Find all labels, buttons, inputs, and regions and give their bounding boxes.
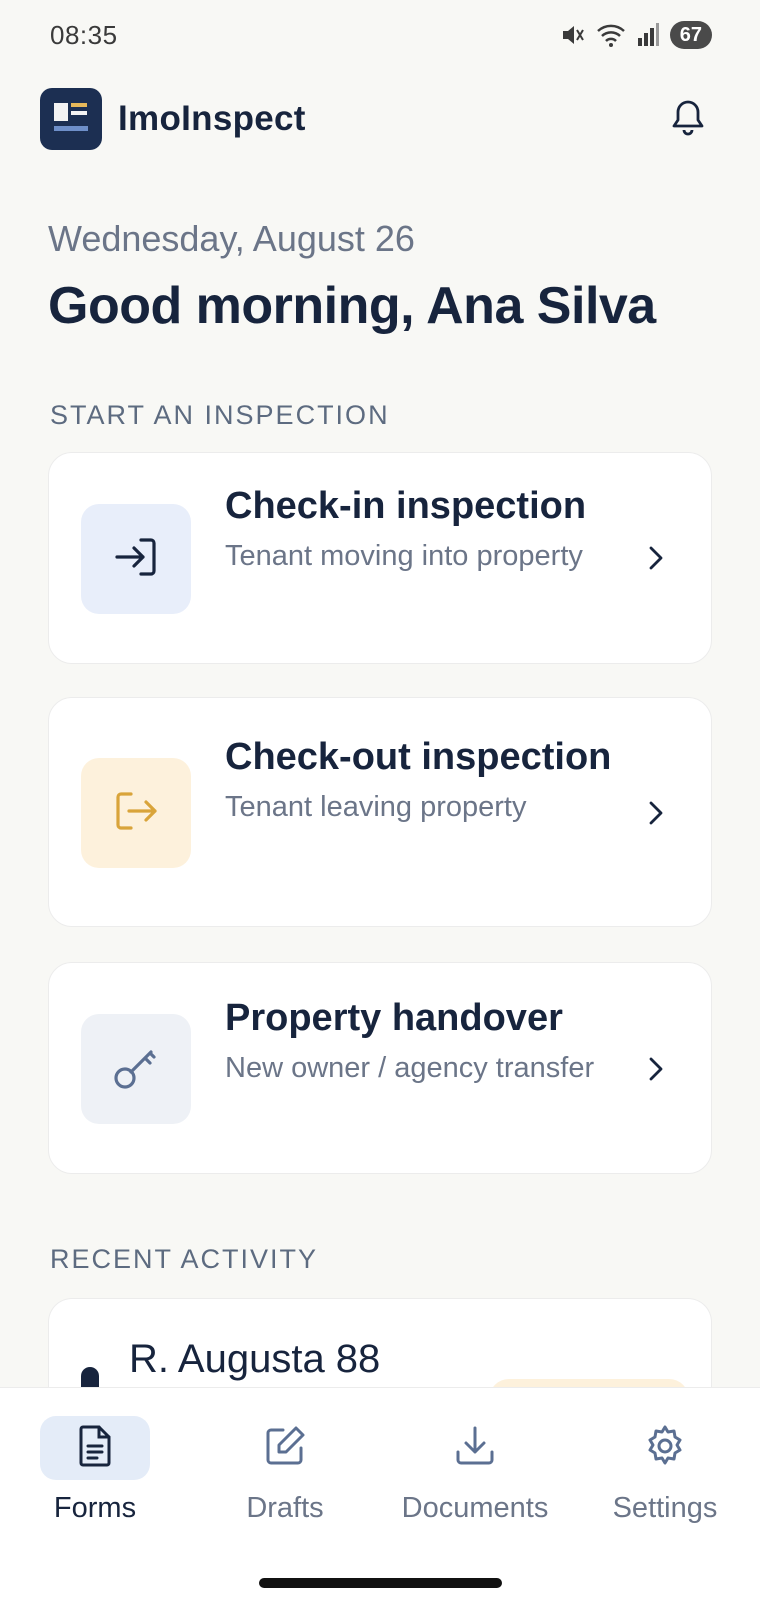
status-icons: 67 bbox=[560, 21, 712, 49]
status-time: 08:35 bbox=[50, 19, 118, 50]
battery-indicator: 67 bbox=[669, 21, 712, 49]
login-arrow-icon bbox=[111, 534, 161, 585]
handover-icon-box bbox=[81, 1014, 191, 1124]
nav-label: Documents bbox=[401, 1492, 549, 1524]
property-handover-card[interactable]: Property handover New owner / agency tra… bbox=[48, 962, 712, 1174]
app-header: ImoInspect bbox=[40, 87, 720, 151]
checkout-icon-box bbox=[81, 758, 191, 868]
download-icon bbox=[453, 1424, 497, 1473]
section-label-recent: RECENT ACTIVITY bbox=[50, 1244, 319, 1274]
nav-tab-settings[interactable]: Settings bbox=[570, 1416, 760, 1525]
app-name: ImoInspect bbox=[118, 99, 306, 138]
card-subtitle: Tenant leaving property bbox=[225, 791, 527, 823]
nav-label: Drafts bbox=[246, 1492, 324, 1524]
brand: ImoInspect bbox=[40, 88, 306, 150]
bell-icon bbox=[670, 98, 706, 141]
mute-icon bbox=[560, 22, 586, 48]
nav-label: Settings bbox=[612, 1492, 718, 1524]
checkin-icon-box bbox=[81, 504, 191, 614]
logout-arrow-icon bbox=[111, 788, 161, 839]
chevron-right-icon bbox=[641, 1054, 671, 1084]
section-label-start: START AN INSPECTION bbox=[50, 400, 390, 430]
nav-label: Forms bbox=[53, 1492, 137, 1524]
app-logo bbox=[40, 88, 102, 150]
greeting-heading: Good morning, Ana Silva bbox=[48, 277, 656, 335]
card-subtitle: New owner / agency transfer bbox=[225, 1052, 595, 1084]
nav-tab-drafts[interactable]: Drafts bbox=[190, 1416, 380, 1525]
date-text: Wednesday, August 26 bbox=[48, 218, 415, 259]
signal-icon bbox=[636, 22, 660, 48]
nav-tab-documents[interactable]: Documents bbox=[380, 1416, 570, 1525]
checkin-inspection-card[interactable]: Check-in inspection Tenant moving into p… bbox=[48, 452, 712, 664]
gear-icon bbox=[643, 1424, 687, 1473]
chevron-right-icon bbox=[641, 798, 671, 828]
edit-icon bbox=[263, 1424, 307, 1473]
status-bar: 08:35 67 bbox=[0, 0, 760, 70]
document-icon bbox=[75, 1424, 115, 1473]
wifi-icon bbox=[596, 22, 626, 48]
notifications-button[interactable] bbox=[664, 95, 712, 143]
card-subtitle: Tenant moving into property bbox=[225, 540, 583, 572]
key-icon bbox=[109, 1040, 163, 1099]
checkout-inspection-card[interactable]: Check-out inspection Tenant leaving prop… bbox=[48, 697, 712, 927]
card-title: Property handover bbox=[225, 997, 563, 1039]
card-title: Check-in inspection bbox=[225, 485, 587, 527]
recent-item-title: R. Augusta 88 bbox=[129, 1337, 381, 1381]
nav-tab-forms[interactable]: Forms bbox=[0, 1416, 190, 1525]
home-indicator[interactable] bbox=[259, 1578, 502, 1588]
chevron-right-icon bbox=[641, 543, 671, 573]
card-title: Check-out inspection bbox=[225, 736, 612, 778]
